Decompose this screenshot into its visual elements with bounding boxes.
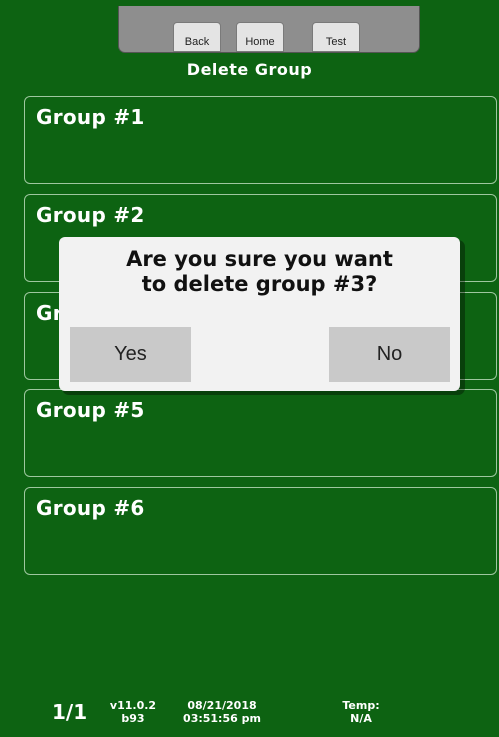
temp-value: N/A [350, 712, 372, 725]
group-label-5: Group #5 [36, 398, 145, 422]
group-label-1: Group #1 [36, 105, 145, 129]
current-date: 08/21/2018 [187, 699, 257, 712]
group-label-6: Group #6 [36, 496, 145, 520]
temp-label: Temp: [342, 699, 380, 712]
top-nav-bar: Back Home Test [118, 6, 420, 53]
version-number: v11.0.2 [109, 699, 157, 712]
test-button-label: Test [325, 35, 347, 48]
group-card-1[interactable]: Group #1 [24, 96, 497, 184]
current-time: 03:51:56 pm [183, 712, 261, 725]
group-card-5[interactable]: Group #5 [24, 389, 497, 477]
page-indicator: 1/1 [52, 700, 88, 724]
yes-button[interactable]: Yes [70, 327, 191, 382]
confirm-delete-dialog: Are you sure you want to delete group #3… [59, 237, 460, 391]
group-card-6[interactable]: Group #6 [24, 487, 497, 575]
back-button-label: Back [184, 35, 210, 48]
back-button[interactable]: Back [173, 22, 221, 52]
build-number: b93 [121, 712, 145, 725]
home-button-label: Home [245, 35, 275, 48]
page-title: Delete Group [186, 60, 313, 79]
test-button[interactable]: Test [312, 22, 360, 52]
group-label-2: Group #2 [36, 203, 145, 227]
home-button[interactable]: Home [236, 22, 284, 52]
version-info: v11.0.2 b93 [104, 699, 162, 725]
dialog-message: Are you sure you want to delete group #3… [126, 247, 393, 296]
no-button[interactable]: No [329, 327, 450, 382]
date-time-info: 08/21/2018 03:51:56 pm [182, 699, 262, 725]
temperature-info: Temp: N/A [336, 699, 386, 725]
